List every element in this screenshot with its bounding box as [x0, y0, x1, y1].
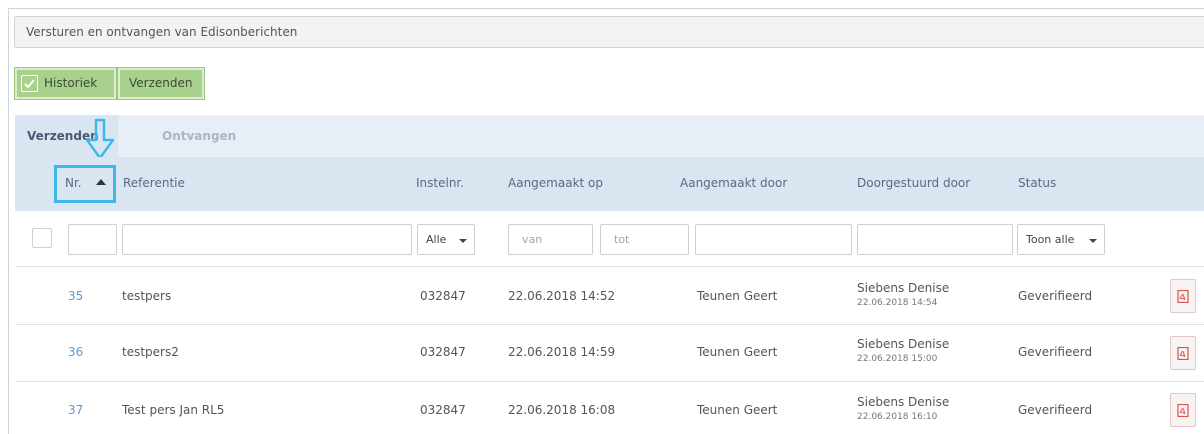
sort-highlight-box	[54, 165, 116, 203]
table-row[interactable]: 35 testpers 032847 22.06.2018 14:52 Teun…	[15, 268, 1204, 325]
row-aangemaakt-op: 22.06.2018 14:52	[508, 289, 616, 303]
row-doorgestuurd-op: 22.06.2018 14:54	[857, 298, 938, 308]
caret-down-icon	[459, 239, 467, 243]
row-instelnr: 032847	[420, 345, 466, 359]
pdf-icon	[1177, 290, 1189, 303]
filter-status-value: Toon alle	[1026, 233, 1075, 246]
verzenden-label: Verzenden	[129, 76, 193, 90]
row-nr-link[interactable]: 36	[68, 345, 83, 359]
pdf-icon	[1177, 404, 1189, 417]
row-nr-link[interactable]: 37	[68, 403, 83, 417]
filter-referentie-input[interactable]	[122, 224, 412, 255]
page-title: Versturen en ontvangen van Edisonbericht…	[26, 25, 298, 39]
panel-title-bar: Versturen en ontvangen van Edisonbericht…	[14, 16, 1204, 48]
verzenden-button[interactable]: Verzenden	[117, 67, 205, 100]
column-header-doorgestuurd-door[interactable]: Doorgestuurd door	[857, 176, 970, 190]
row-doorgestuurd-op: 22.06.2018 15:00	[857, 354, 938, 364]
caret-down-icon	[1089, 239, 1097, 243]
row-aangemaakt-door: Teunen Geert	[697, 289, 778, 303]
date-from-placeholder: van	[522, 233, 543, 246]
row-doorgestuurd-door: Siebens Denise	[857, 395, 950, 409]
filter-nr-input[interactable]	[68, 224, 117, 255]
filter-doorgestuurd-door-input[interactable]	[857, 224, 1013, 255]
filter-instelnr-select[interactable]: Alle	[417, 224, 475, 255]
column-header-aangemaakt-door[interactable]: Aangemaakt door	[680, 176, 787, 190]
checkbox-checked-icon	[21, 75, 38, 92]
pdf-icon	[1177, 347, 1189, 360]
pdf-download-button[interactable]	[1170, 393, 1196, 427]
row-referentie: testpers2	[122, 345, 179, 359]
filter-status-select[interactable]: Toon alle	[1017, 224, 1105, 255]
filter-aangemaakt-door-input[interactable]	[695, 224, 852, 255]
row-aangemaakt-op: 22.06.2018 14:59	[508, 345, 616, 359]
tab-ontvangen-label: Ontvangen	[162, 129, 237, 143]
tab-bar: Verzenden Ontvangen	[15, 115, 1204, 157]
row-doorgestuurd-op: 22.06.2018 16:10	[857, 412, 938, 422]
filter-date-to-input[interactable]: tot	[600, 224, 689, 255]
historiek-label: Historiek	[44, 76, 98, 90]
arrow-down-indicator-icon	[86, 118, 115, 160]
row-instelnr: 032847	[420, 403, 466, 417]
row-referentie: Test pers Jan RL5	[122, 403, 225, 417]
column-header-referentie[interactable]: Referentie	[123, 176, 185, 190]
filter-instelnr-value: Alle	[426, 233, 447, 246]
row-instelnr: 032847	[420, 289, 466, 303]
column-header-aangemaakt-op[interactable]: Aangemaakt op	[508, 176, 603, 190]
column-header-instelnr[interactable]: Instelnr.	[416, 176, 464, 190]
tab-ontvangen[interactable]: Ontvangen	[118, 115, 268, 157]
row-status: Geverifieerd	[1018, 289, 1093, 303]
pdf-download-button[interactable]	[1170, 279, 1196, 313]
column-header-status[interactable]: Status	[1018, 176, 1056, 190]
row-aangemaakt-door: Teunen Geert	[697, 403, 778, 417]
row-status: Geverifieerd	[1018, 403, 1093, 417]
filter-date-from-input[interactable]: van	[508, 224, 593, 255]
pdf-download-button[interactable]	[1170, 336, 1196, 370]
table-row[interactable]: 36 testpers2 032847 22.06.2018 14:59 Teu…	[15, 325, 1204, 382]
row-nr-link[interactable]: 35	[68, 289, 83, 303]
date-to-placeholder: tot	[614, 233, 630, 246]
row-doorgestuurd-door: Siebens Denise	[857, 337, 950, 351]
table-row[interactable]: 37 Test pers Jan RL5 032847 22.06.2018 1…	[15, 382, 1204, 434]
historiek-toggle-button[interactable]: Historiek	[14, 67, 117, 100]
row-aangemaakt-door: Teunen Geert	[697, 345, 778, 359]
row-referentie: testpers	[122, 289, 172, 303]
select-all-checkbox[interactable]	[32, 228, 52, 248]
table-header: Nr. Referentie Instelnr. Aangemaakt op A…	[15, 157, 1204, 211]
row-status: Geverifieerd	[1018, 345, 1093, 359]
row-aangemaakt-op: 22.06.2018 16:08	[508, 403, 616, 417]
row-doorgestuurd-door: Siebens Denise	[857, 281, 950, 295]
